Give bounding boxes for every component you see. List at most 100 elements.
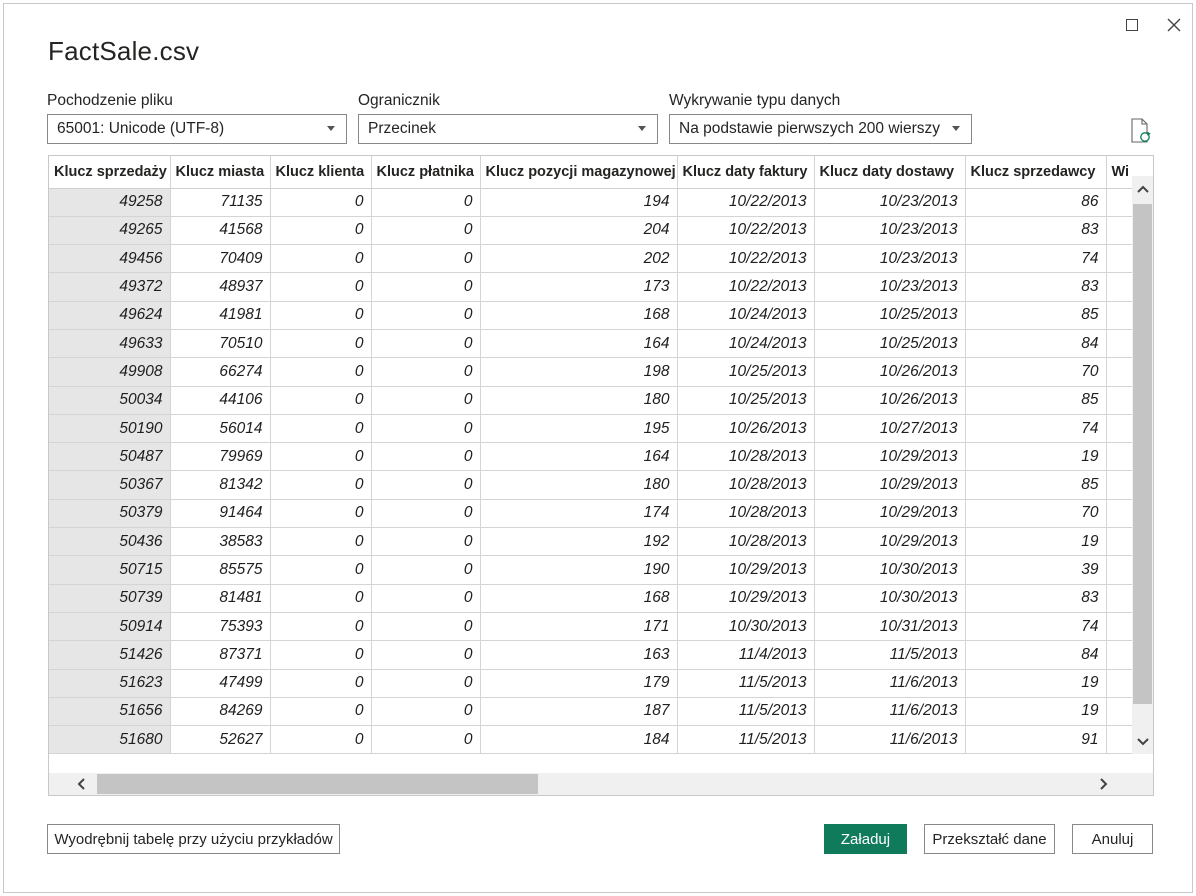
- table-cell: 0: [270, 584, 372, 613]
- table-cell: 10/25/2013: [814, 301, 966, 330]
- column-header[interactable]: Klucz daty dostawy: [814, 156, 966, 189]
- table-cell: 39: [965, 555, 1107, 585]
- table-cell: 50715: [49, 555, 171, 585]
- delimiter-value: Przecinek: [368, 120, 437, 137]
- table-cell: 11/5/2013: [677, 725, 815, 755]
- table-cell: 91464: [170, 499, 271, 529]
- table-row: 49456 70409 0 0 202 10/22/2013 10/23/2013 74: [49, 244, 1146, 274]
- cancel-button[interactable]: Anuluj: [1072, 824, 1153, 854]
- close-icon: [1167, 18, 1181, 32]
- table-cell: 49265: [49, 216, 171, 246]
- document-refresh-icon[interactable]: [1130, 118, 1152, 144]
- table-cell: 180: [480, 470, 678, 500]
- table-cell: 81481: [170, 584, 271, 613]
- table-cell: 0: [371, 188, 481, 217]
- type-detection-select[interactable]: Na podstawie pierwszych 200 wierszy: [669, 114, 972, 144]
- horizontal-scrollbar-thumb[interactable]: [97, 774, 538, 794]
- transform-data-button[interactable]: Przekształć dane: [924, 824, 1055, 854]
- column-header[interactable]: Klucz sprzedawcy: [965, 156, 1107, 189]
- table-cell: 0: [270, 669, 372, 698]
- delimiter-select[interactable]: Przecinek: [358, 114, 658, 144]
- table-row: 50436 38583 0 0 192 10/28/2013 10/29/2013 19: [49, 527, 1146, 557]
- column-header[interactable]: Klucz miasta: [170, 156, 271, 189]
- table-cell: 10/22/2013: [677, 272, 815, 302]
- extract-table-button[interactable]: Wyodrębnij tabelę przy użyciu przykładów: [47, 824, 340, 854]
- table-cell: 179: [480, 669, 678, 698]
- table-cell: 51426: [49, 640, 171, 670]
- table-row: 49633 70510 0 0 164 10/24/2013 10/25/2013 84: [49, 329, 1146, 359]
- chevron-right-icon[interactable]: [1092, 773, 1116, 795]
- table-cell: 10/23/2013: [814, 272, 966, 302]
- column-header[interactable]: Klucz sprzedaży: [49, 156, 171, 189]
- table-cell: 0: [270, 188, 372, 217]
- table-cell: 0: [371, 442, 481, 472]
- table-cell: 0: [371, 612, 481, 642]
- table-cell: 70: [965, 357, 1107, 387]
- table-cell: 10/23/2013: [814, 244, 966, 274]
- table-cell: 85: [965, 470, 1107, 500]
- table-cell: 187: [480, 697, 678, 727]
- file-origin-select[interactable]: 65001: Unicode (UTF-8): [47, 114, 347, 144]
- type-detection-label: Wykrywanie typu danych: [669, 92, 841, 109]
- table-cell: 83: [965, 216, 1107, 246]
- table-cell: 10/24/2013: [677, 301, 815, 330]
- table-cell: 0: [270, 697, 372, 727]
- table-cell: 0: [371, 725, 481, 755]
- table-cell: 50379: [49, 499, 171, 529]
- table-cell: 85: [965, 301, 1107, 330]
- table-cell: 0: [371, 329, 481, 359]
- table-cell: 74: [965, 612, 1107, 642]
- chevron-left-icon[interactable]: [69, 773, 93, 795]
- column-header[interactable]: Klucz płatnika: [371, 156, 481, 189]
- data-table: Klucz sprzedaży Klucz miasta Klucz klienta…: [49, 156, 1146, 755]
- column-header[interactable]: Klucz daty faktury: [677, 156, 815, 189]
- table-cell: 10/30/2013: [677, 612, 815, 642]
- column-header[interactable]: Klucz pozycji magazynowej: [480, 156, 678, 189]
- vertical-scrollbar[interactable]: [1132, 176, 1153, 754]
- table-cell: 84: [965, 640, 1107, 670]
- chevron-up-icon[interactable]: [1132, 178, 1153, 200]
- table-cell: 50487: [49, 442, 171, 472]
- table-row: 49265 41568 0 0 204 10/22/2013 10/23/2013 83: [49, 216, 1146, 246]
- load-button[interactable]: Załaduj: [824, 824, 907, 854]
- table-cell: 0: [371, 301, 481, 330]
- table-cell: 83: [965, 272, 1107, 302]
- table-row: 50739 81481 0 0 168 10/29/2013 10/30/2013 83: [49, 584, 1146, 613]
- table-cell: 0: [371, 584, 481, 613]
- table-cell: 10/27/2013: [814, 414, 966, 444]
- table-cell: 56014: [170, 414, 271, 444]
- table-cell: 51656: [49, 697, 171, 727]
- table-cell: 10/25/2013: [677, 357, 815, 387]
- table-cell: 192: [480, 527, 678, 557]
- table-cell: 0: [270, 357, 372, 387]
- close-button[interactable]: [1163, 14, 1185, 36]
- table-cell: 0: [371, 669, 481, 698]
- dialog-title: FactSale.csv: [48, 36, 200, 66]
- table-cell: 0: [270, 414, 372, 444]
- table-cell: 50367: [49, 470, 171, 500]
- table-cell: 0: [270, 470, 372, 500]
- table-cell: 190: [480, 555, 678, 585]
- table-cell: 0: [371, 357, 481, 387]
- table-cell: 81342: [170, 470, 271, 500]
- table-cell: 0: [371, 386, 481, 415]
- column-header[interactable]: Klucz klienta: [270, 156, 372, 189]
- chevron-down-icon[interactable]: [1132, 731, 1153, 753]
- horizontal-scrollbar[interactable]: [49, 773, 1153, 795]
- table-cell: 49624: [49, 301, 171, 330]
- table-cell: 10/29/2013: [814, 527, 966, 557]
- table-cell: 51680: [49, 725, 171, 755]
- table-cell: 164: [480, 329, 678, 359]
- table-cell: 74: [965, 414, 1107, 444]
- maximize-button[interactable]: [1121, 14, 1143, 36]
- table-cell: 10/28/2013: [677, 499, 815, 529]
- table-cell: 168: [480, 584, 678, 613]
- vertical-scrollbar-thumb[interactable]: [1133, 204, 1152, 704]
- table-cell: 0: [371, 244, 481, 274]
- table-cell: 10/29/2013: [814, 470, 966, 500]
- table-cell: 184: [480, 725, 678, 755]
- type-detection-value: Na podstawie pierwszych 200 wierszy: [679, 120, 941, 137]
- table-cell: 85: [965, 386, 1107, 415]
- table-cell: 0: [371, 640, 481, 670]
- table-cell: 10/29/2013: [677, 584, 815, 613]
